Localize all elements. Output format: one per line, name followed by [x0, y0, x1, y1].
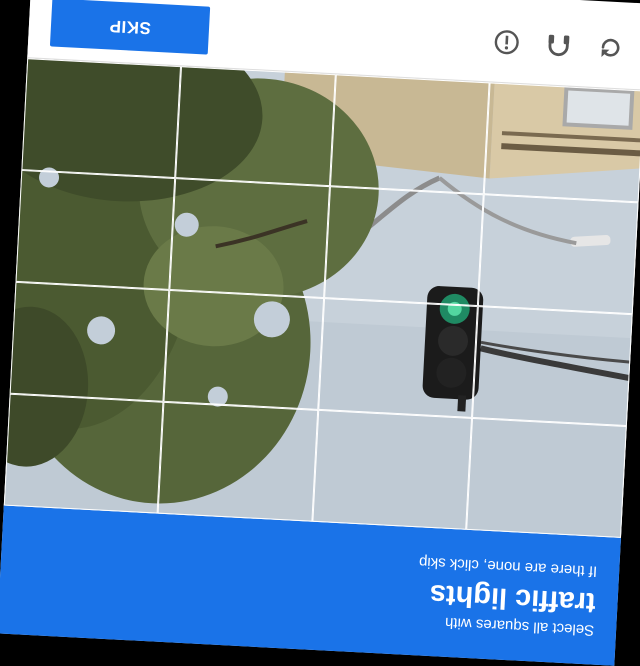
headphones-icon[interactable] [536, 22, 582, 68]
reload-icon[interactable] [587, 25, 633, 71]
image-grid [3, 58, 640, 538]
grid-tile-r2c2[interactable] [318, 298, 479, 418]
grid-tile-r1c2[interactable] [312, 409, 473, 530]
grid-tile-r4c3[interactable] [175, 66, 336, 187]
captcha-widget: Select all squares with traffic lights I… [0, 0, 640, 666]
grid-tile-r3c2[interactable] [324, 186, 485, 307]
grid-tile-r1c1[interactable] [466, 417, 627, 538]
info-icon[interactable] [484, 19, 530, 65]
grid-tile-r4c1[interactable] [484, 82, 640, 203]
skip-button[interactable]: SKIP [49, 0, 211, 55]
grid-tile-r4c4[interactable] [21, 58, 182, 179]
grid-tile-r2c4[interactable] [9, 281, 170, 402]
grid-tile-r3c4[interactable] [15, 170, 176, 290]
grid-tile-r2c3[interactable] [163, 289, 325, 410]
grid-tile-r3c3[interactable] [169, 178, 330, 299]
grid-tile-r3c1[interactable] [478, 194, 639, 315]
grid-tile-r2c1[interactable] [472, 306, 633, 427]
grid-tile-r1c3[interactable] [158, 401, 319, 522]
grid-tile-r4c2[interactable] [329, 74, 491, 195]
grid-tile-r1c4[interactable] [3, 393, 164, 514]
